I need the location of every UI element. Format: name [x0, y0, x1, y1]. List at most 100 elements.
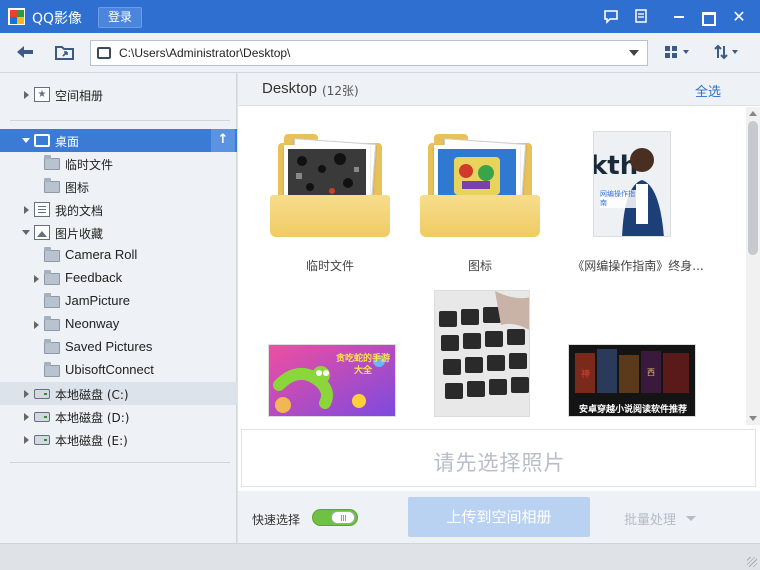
disk-icon [34, 389, 50, 399]
star-icon: ★ [34, 87, 50, 102]
manual-cover-image: kth 网编操作指南 [593, 131, 671, 237]
upload-arrow-icon[interactable]: ↑ [211, 129, 235, 152]
expand-arrow-icon[interactable] [34, 275, 39, 283]
expand-arrow-icon[interactable] [34, 321, 39, 329]
novel-reader-image: 神 西 安卓穿越小说阅读软件推荐 [568, 344, 696, 417]
divider [10, 462, 230, 463]
svg-text:神: 神 [581, 368, 590, 380]
collapse-arrow-icon[interactable] [22, 138, 30, 143]
sidebar-item-label: Neonway [65, 316, 120, 331]
sidebar-item-temp-files[interactable]: 临时文件 [0, 152, 237, 175]
keyboard-photo-image [434, 290, 530, 417]
disk-icon [34, 435, 50, 445]
sidebar-item-qzone-album[interactable]: ★ 空间相册 [0, 83, 237, 106]
path-dropdown-icon[interactable] [629, 50, 639, 56]
resize-grip-icon[interactable] [747, 557, 757, 567]
sidebar-item-disk-c[interactable]: 本地磁盘 (C:) [0, 382, 237, 405]
folder-icon [44, 362, 60, 377]
sidebar: ★ 空间相册 桌面 ↑ 临时文件 图标 我的文档 图片收藏 Camera Rol… [0, 73, 237, 543]
photo-count: (12张) [322, 84, 359, 98]
folder-icon [44, 247, 60, 262]
folder-header: Desktop (12张) 全选 [238, 73, 760, 106]
app-logo-icon [8, 8, 25, 25]
main-panel: Desktop (12张) 全选 临时文件 图标 kth 网编操作指南 《网编操… [238, 73, 760, 543]
sidebar-item-label: 图标 [65, 181, 90, 195]
sidebar-item-disk-e[interactable]: 本地磁盘 (E:) [0, 428, 237, 451]
view-mode-button[interactable] [664, 44, 692, 62]
select-photos-hint: 请先选择照片 [433, 451, 566, 475]
sidebar-item-saved-pictures[interactable]: Saved Pictures [0, 336, 237, 359]
close-icon[interactable]: ✕ [730, 8, 748, 26]
sidebar-item-label: Camera Roll [65, 247, 138, 262]
quick-select-label: 快速选择 [252, 513, 301, 527]
sidebar-item-label: Feedback [65, 270, 123, 285]
sidebar-item-picture-collection[interactable]: 图片收藏 [0, 221, 237, 244]
snake-game-text: 贪吃蛇的手游大全 [335, 354, 390, 376]
sidebar-item-icons[interactable]: 图标 [0, 175, 237, 198]
sidebar-item-neonway[interactable]: Neonway [0, 313, 237, 336]
expand-arrow-icon[interactable] [24, 390, 29, 398]
thumbnail-keyboard-image[interactable] [420, 289, 570, 422]
thumbnail-novel-reader-image[interactable]: 神 西 安卓穿越小说阅读软件推荐 [568, 289, 720, 422]
manual-cover-text: 网编操作指南 [600, 190, 636, 208]
expand-arrow-icon[interactable] [24, 91, 29, 99]
divider [10, 120, 230, 121]
toolbar: C:\Users\Administrator\Desktop\ [0, 33, 760, 73]
quick-select-toggle[interactable] [312, 509, 358, 526]
thumbnail-temp-files-folder[interactable]: 临时文件 [270, 129, 420, 273]
sidebar-item-feedback[interactable]: Feedback [0, 267, 237, 290]
sidebar-item-ubisoftconnect[interactable]: UbisoftConnect [0, 359, 237, 382]
expand-arrow-icon[interactable] [24, 413, 29, 421]
thumbnail-snake-game-image[interactable]: 贪吃蛇的手游大全 [268, 289, 420, 422]
thumbnail-caption: 图标 [467, 259, 492, 273]
app-title: QQ影像 [32, 11, 83, 27]
sort-button[interactable] [714, 44, 742, 62]
expand-arrow-icon[interactable] [24, 436, 29, 444]
sidebar-item-desktop[interactable]: 桌面 ↑ [0, 129, 237, 152]
folder-icon [44, 270, 60, 285]
sidebar-item-label: 本地磁盘 (D:) [55, 411, 130, 425]
sidebar-item-label: 本地磁盘 (C:) [55, 388, 129, 402]
expand-arrow-icon[interactable] [24, 206, 29, 214]
sidebar-item-label: 图片收藏 [55, 227, 104, 241]
thumbnail-caption: 《网编操作指南》终身... [572, 259, 704, 273]
novel-reader-text: 安卓穿越小说阅读软件推荐 [578, 405, 687, 415]
folder-icon [44, 155, 60, 170]
sidebar-item-jampicture[interactable]: JamPicture [0, 290, 237, 313]
thumbnail-scrollbar[interactable] [746, 107, 760, 425]
bottom-action-bar: 快速选择 上传到空间相册 批量处理 [238, 491, 760, 543]
folder-front [270, 195, 390, 237]
toggle-knob [331, 511, 355, 524]
back-arrow-icon[interactable] [14, 43, 36, 63]
sidebar-item-my-documents[interactable]: 我的文档 [0, 198, 237, 221]
path-text: C:\Users\Administrator\Desktop\ [119, 46, 291, 60]
sidebar-item-camera-roll[interactable]: Camera Roll [0, 244, 237, 267]
folder-icon [44, 178, 60, 193]
sidebar-item-disk-d[interactable]: 本地磁盘 (D:) [0, 405, 237, 428]
path-input[interactable]: C:\Users\Administrator\Desktop\ [90, 40, 648, 66]
sidebar-item-label: 本地磁盘 (E:) [55, 434, 128, 448]
folder-title: Desktop [262, 80, 318, 97]
batch-dropdown-icon[interactable] [686, 516, 696, 521]
upload-to-album-button[interactable]: 上传到空间相册 [408, 497, 590, 537]
parent-folder-icon[interactable] [54, 43, 76, 63]
feedback-icon[interactable] [602, 8, 620, 26]
thumbnail-manual-image[interactable]: kth 网编操作指南 《网编操作指南》终身... [570, 129, 720, 273]
sidebar-item-label: UbisoftConnect [65, 362, 154, 377]
folder-icon [44, 339, 60, 354]
minimize-icon[interactable] [670, 8, 688, 26]
thumbnail-icons-folder[interactable]: 图标 [420, 129, 570, 273]
scroll-up-arrow-icon[interactable] [749, 111, 757, 116]
status-bar [0, 543, 760, 570]
login-button[interactable]: 登录 [98, 7, 142, 28]
sidebar-item-label: Saved Pictures [65, 339, 153, 354]
folder-icon [44, 293, 60, 308]
maximize-icon[interactable] [698, 8, 716, 26]
scroll-down-arrow-icon[interactable] [749, 416, 757, 421]
document-icon [34, 202, 50, 217]
batch-process-button[interactable]: 批量处理 [624, 509, 676, 528]
scroll-thumb[interactable] [748, 121, 758, 255]
menu-icon[interactable] [632, 8, 650, 26]
collapse-arrow-icon[interactable] [22, 230, 30, 235]
select-all-link[interactable]: 全选 [695, 81, 721, 100]
